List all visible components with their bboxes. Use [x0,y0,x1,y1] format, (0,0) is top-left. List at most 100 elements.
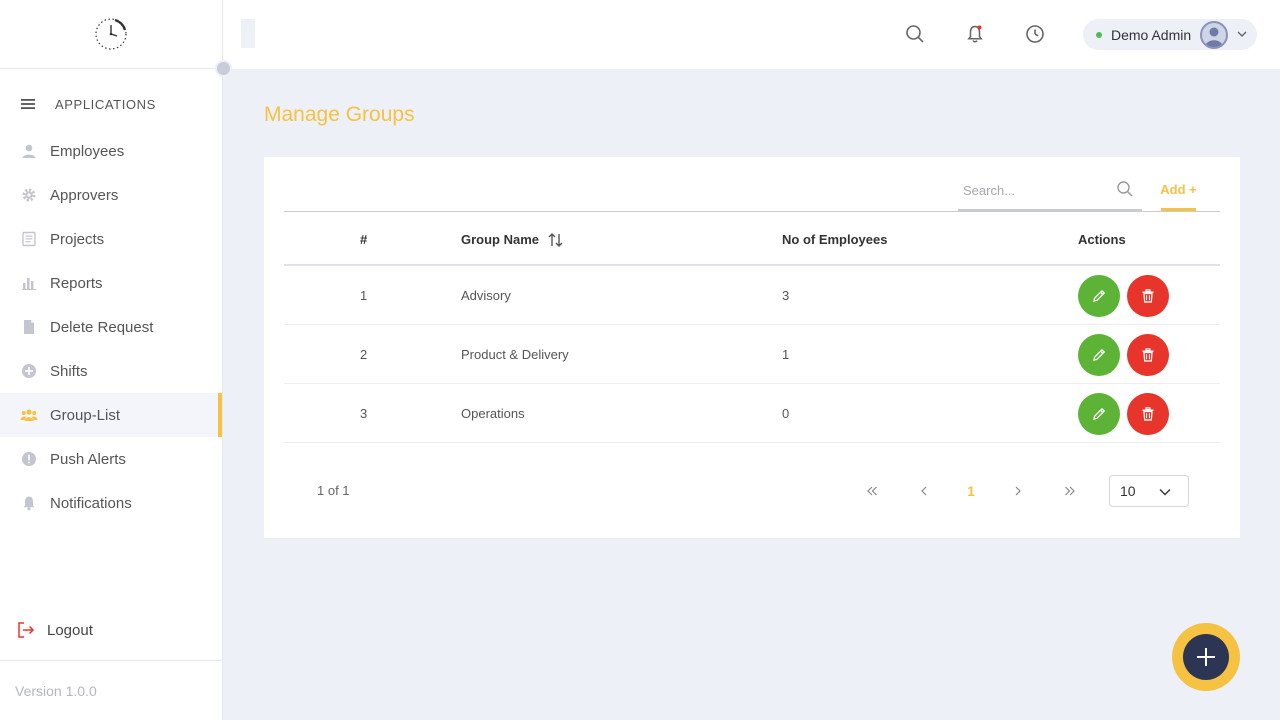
sort-icon[interactable] [547,231,565,249]
sidebar: APPLICATIONS Employees Approvers Project… [0,0,223,720]
chevron-down-icon[interactable] [1236,28,1248,40]
add-group-button[interactable]: Add + [1160,171,1197,211]
column-header-index: # [360,232,368,247]
rocky-time-logo [95,18,127,50]
trash-icon [1142,289,1154,303]
chevron-down-icon [1159,489,1171,496]
delete-button[interactable] [1127,275,1169,317]
search-input[interactable] [958,171,1108,209]
user-name: Demo Admin [1111,26,1192,43]
topbar-history-button[interactable] [1023,22,1047,46]
topbar: Demo Admin [223,0,1280,69]
fab-inner [1183,634,1229,680]
search-icon[interactable] [1116,180,1134,198]
toolbar-divider [284,211,1220,212]
sidebar-item-label: Notifications [50,494,132,512]
sidebar-item-label: Employees [50,142,125,160]
sidebar-item-reports[interactable]: Reports [0,261,222,305]
pencil-icon [1093,289,1106,302]
sidebar-item-label: Delete Request [50,318,154,336]
online-status-dot [1096,31,1102,38]
avatar-user-icon [1205,27,1224,47]
row-employee-count: 3 [782,288,790,303]
sidebar-item-label: Approvers [50,186,119,204]
version-text: Version 1.0.0 [15,682,97,699]
logout-button[interactable]: Logout [17,618,93,642]
row-index: 1 [360,288,368,303]
sidebar-item-employees[interactable]: Employees [0,129,222,173]
trash-icon [1142,348,1154,362]
column-header-group-name[interactable]: Group Name [461,213,565,266]
sidebar-item-approvers[interactable]: Approvers [0,173,222,217]
applications-header: APPLICATIONS [20,90,156,118]
sidebar-item-label: Projects [50,230,105,248]
chevron-right-icon [1015,486,1021,496]
first-page-button[interactable] [860,479,884,503]
row-group-name: Product & Delivery [461,347,569,362]
plus-icon [1197,648,1215,666]
column-header-employee-count: No of Employees [782,232,888,247]
sidebar-item-group-list[interactable]: Group-List [0,393,222,437]
double-chevron-left-icon [867,486,877,496]
page-size-select[interactable]: 10 [1109,475,1189,507]
last-page-button[interactable] [1058,479,1082,503]
version-footer: Version 1.0.0 [0,660,222,720]
sidebar-item-label: Push Alerts [50,450,126,468]
previous-page-button[interactable] [912,479,936,503]
pagination-info: 1 of 1 [317,483,350,498]
row-index: 2 [360,347,368,362]
edit-button[interactable] [1078,275,1120,317]
pencil-icon [1093,348,1106,361]
plus-circle-icon [22,364,36,378]
logo-area [0,0,222,69]
page-size-value: 10 [1120,483,1136,499]
row-group-name: Advisory [461,288,511,303]
groups-card: Add + # Group Name No of Employees Actio… [264,157,1240,538]
delete-button[interactable] [1127,393,1169,435]
sidebar-collapse-handle[interactable] [215,60,232,77]
edit-button[interactable] [1078,334,1120,376]
sidebar-item-label: Shifts [50,362,88,380]
avatar [1200,20,1229,49]
sidebar-nav: Employees Approvers Projects Reports Del… [0,129,222,525]
table-row: 3 Operations 0 [284,384,1220,443]
topbar-tab-placeholder [241,19,255,48]
user-menu[interactable]: Demo Admin [1083,19,1257,50]
sidebar-item-label: Group-List [50,406,121,424]
table-row: 1 Advisory 3 [284,266,1220,325]
row-group-name: Operations [461,406,525,421]
bell-icon [23,496,35,511]
row-employee-count: 1 [782,347,790,362]
topbar-notifications-button[interactable] [963,22,987,46]
alert-circle-icon [22,452,36,466]
chevron-left-icon [921,486,927,496]
row-index: 3 [360,406,368,421]
delete-button[interactable] [1127,334,1169,376]
file-icon [24,320,34,334]
edit-button[interactable] [1078,393,1120,435]
bell-icon [967,25,983,43]
sidebar-item-label: Reports [50,274,103,292]
sidebar-item-push-alerts[interactable]: Push Alerts [0,437,222,481]
group-icon [20,409,38,421]
user-icon [22,144,36,158]
sidebar-item-shifts[interactable]: Shifts [0,349,222,393]
gear-icon [22,188,36,202]
floating-add-button[interactable] [1172,623,1240,691]
bar-chart-icon [22,278,36,290]
hamburger-menu-icon[interactable] [20,96,36,112]
column-header-actions: Actions [1078,232,1126,247]
next-page-button[interactable] [1006,479,1030,503]
search-icon [906,25,924,43]
topbar-search-button[interactable] [903,22,927,46]
search-box [958,171,1142,211]
page-title: Manage Groups [264,103,415,126]
groups-table: # Group Name No of Employees Actions 1 A… [284,213,1220,443]
sidebar-item-notifications[interactable]: Notifications [0,481,222,525]
sidebar-item-delete-request[interactable]: Delete Request [0,305,222,349]
current-page-button[interactable]: 1 [959,479,983,503]
trash-icon [1142,407,1154,421]
document-icon [22,231,36,247]
sidebar-item-projects[interactable]: Projects [0,217,222,261]
applications-label: APPLICATIONS [55,96,156,112]
